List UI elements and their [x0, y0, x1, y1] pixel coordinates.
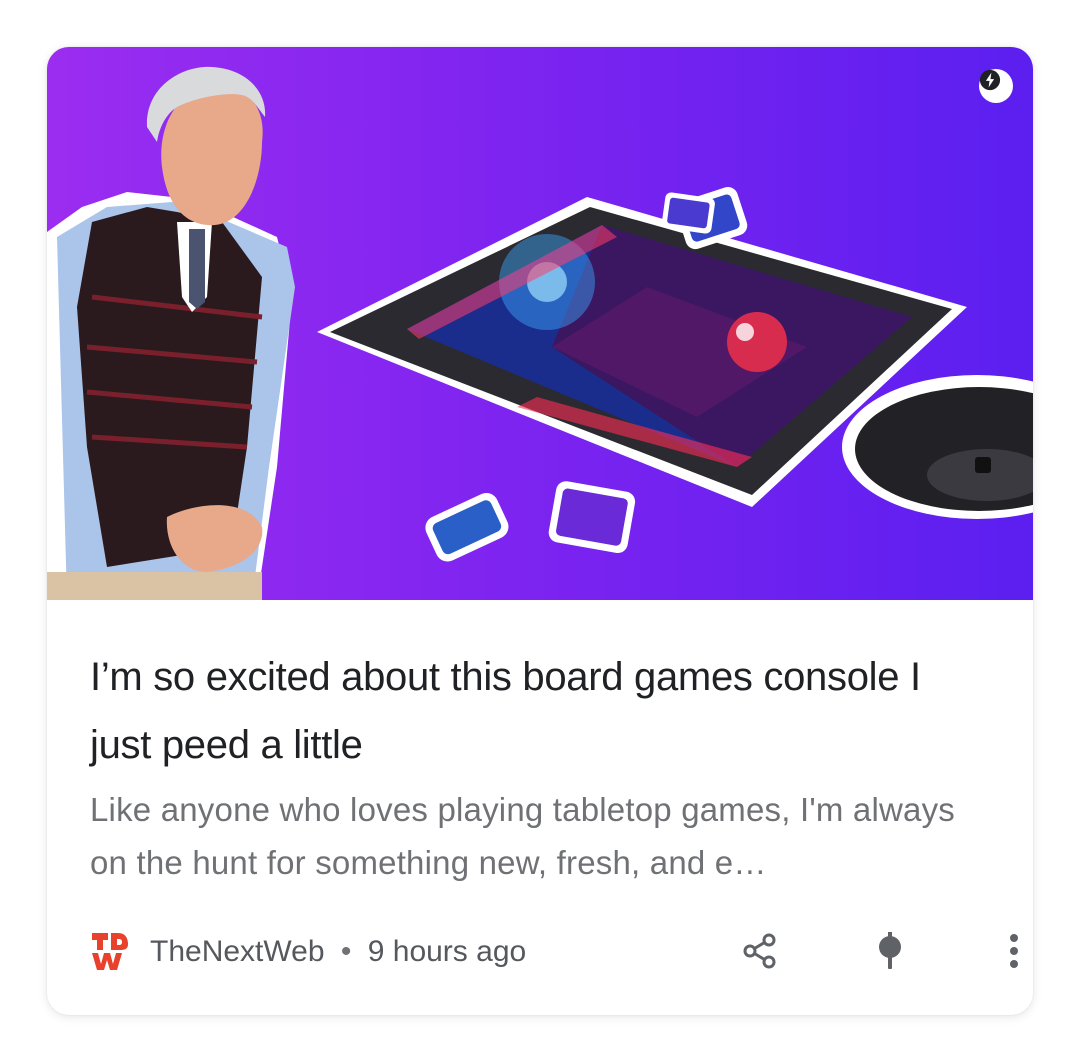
source-name[interactable]: TheNextWeb	[150, 935, 325, 968]
article-thumbnail[interactable]	[47, 47, 1033, 600]
publish-time: 9 hours ago	[367, 935, 527, 968]
more-vert-icon[interactable]	[990, 927, 1033, 975]
article-snippet[interactable]: Like anyone who loves playing tabletop g…	[90, 783, 990, 889]
amp-lightning-icon	[979, 69, 1013, 103]
pin-icon[interactable]	[866, 927, 914, 975]
share-icon[interactable]	[736, 927, 784, 975]
separator-dot: •	[340, 935, 352, 968]
thumbnail-illustration	[47, 66, 1033, 600]
source-meta: TheNextWeb • 9 hours ago	[150, 933, 526, 971]
article-footer: TheNextWeb • 9 hours ago	[90, 927, 1018, 977]
source-logo-icon	[90, 930, 130, 972]
news-card[interactable]: I’m so excited about this board games co…	[47, 47, 1033, 1015]
article-headline[interactable]: I’m so excited about this board games co…	[90, 643, 970, 779]
